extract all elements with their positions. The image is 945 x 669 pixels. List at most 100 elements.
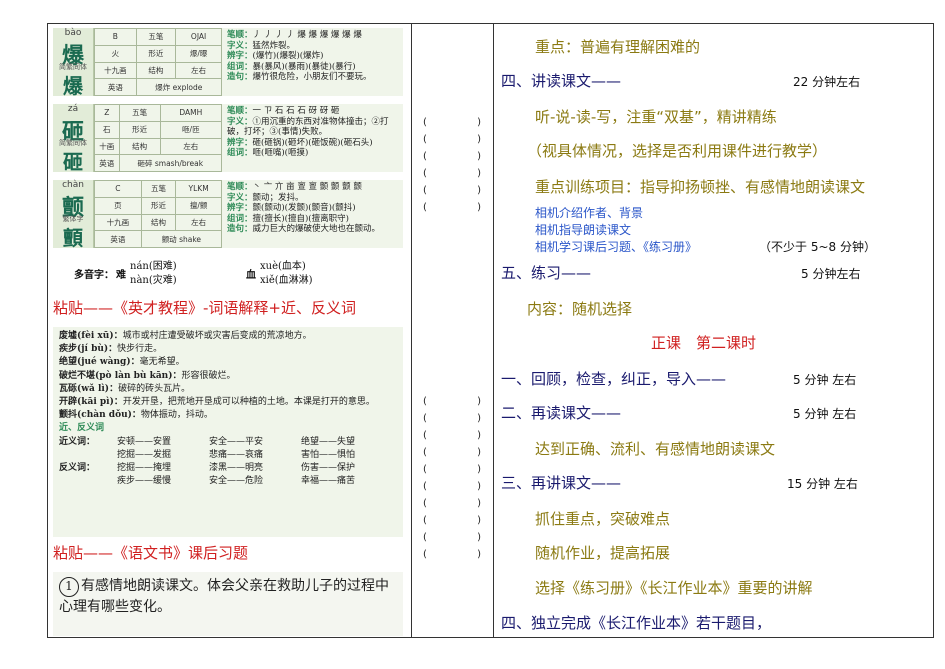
- info-grid: B 五笔 OJAI 火形近 爆/曝 十九画 结构 左右 英语 爆炸 explode: [94, 28, 223, 96]
- grid-cell: 形近: [140, 196, 177, 215]
- char-card-chan: chàn 颤 繁体字 顫 C 五笔 YLKM 页形近 擅/颤 十九画 结构 左右 英语 颤动…: [53, 180, 403, 250]
- note-line: 辨字：砸(砸锅)(砸坏)(砸饭碗)(砸石头): [227, 137, 373, 148]
- time-note: 15 分钟 左右: [787, 477, 858, 491]
- answer-bracket: (): [423, 430, 481, 441]
- paste-instruction: 粘贴——《英才教程》-词语解释+近、反义词: [53, 299, 356, 317]
- plan-subitem: 相机介绍作者、背景: [535, 206, 644, 220]
- grid-cell: 形近: [118, 120, 161, 139]
- plan-line: 随机作业，提高拓展: [535, 544, 671, 562]
- plan-line: 抓住重点，突破难点: [535, 510, 671, 528]
- answer-bracket: (): [423, 498, 481, 509]
- answer-bracket: (): [423, 185, 481, 196]
- time-note: 22 分钟左右: [793, 75, 861, 89]
- plan-line: （视具体情况，选择是否利用课件进行教学）: [527, 142, 828, 160]
- note-line: 笔顺：丶 亠 亣 亩 亶 亶 颤 颤 颤 颤: [227, 182, 362, 192]
- time-note: 5 分钟 左右: [793, 407, 857, 421]
- note-line: 组词：咂(咂嘴)(咂摸): [227, 148, 309, 158]
- plan-line: 内容：随机选择: [527, 300, 633, 318]
- polyphone-label: 多音字：: [74, 270, 114, 281]
- grid-cell: 左右: [175, 61, 222, 80]
- grid-cell: 颤动 shake: [140, 230, 223, 248]
- polyphone-char: 血: [246, 270, 256, 281]
- traditional-character: 砸: [63, 150, 83, 174]
- plan-line: 达到正确、流利、有感情地朗读课文: [535, 440, 776, 458]
- section-heading: 四、独立完成《长江作业本》若干题目，: [501, 614, 772, 632]
- answer-bracket: (): [423, 447, 481, 458]
- column-divider-left: [411, 23, 412, 638]
- section-heading: 一、回顾，检查，纠正，导入——: [501, 370, 727, 388]
- answer-bracket: (): [423, 515, 481, 526]
- answer-bracket: (): [423, 549, 481, 560]
- time-note: （不少于 5~8 分钟）: [759, 240, 876, 254]
- note-line: 字义：①用沉重的东西对准物体撞击；②打破，打坏；③(事情)失败。: [227, 116, 389, 138]
- answer-bracket: (): [423, 464, 481, 475]
- polyphone-reading: nán(困难): [130, 261, 177, 272]
- note-line: 组词：擅(擅长)(擅自)(擅离职守): [227, 213, 349, 224]
- note-line: 字义：猛然炸裂。: [227, 40, 296, 51]
- answer-bracket: (): [423, 134, 481, 145]
- grid-cell: 火: [94, 44, 137, 63]
- note-line: 造句：威力巨大的爆破使大地也在颤动。: [227, 224, 381, 234]
- left-column: bào 爆 简繁同体 爆 B 五笔 OJAI 火形近 爆/曝 十九画 结构 左右 英语 爆炸…: [48, 24, 410, 637]
- char-notes: 笔顺：丶 亠 亣 亩 亶 亶 颤 颤 颤 颤 字义：颤动；发抖。 辨字：颤(颤动…: [227, 182, 403, 235]
- note-line: 笔顺：一 ㄗ 石 石 石 砑 砑 砸: [227, 106, 340, 116]
- grid-cell: C: [94, 180, 142, 198]
- grid-cell: 页: [94, 196, 142, 215]
- char-card-za: zá 砸 简繁同体 砸 Z 五笔 DAMH 石形近 咂/匝 十画 结构 左右 英语 砸碎 s…: [53, 104, 403, 174]
- grid-cell: 五笔: [135, 28, 177, 46]
- polyphone-reading: xuè(血本): [260, 261, 306, 272]
- vocab-block: 废墟(fèi xū)：城市或村庄遭受破坏或灾害后变成的荒凉地方。 疾步(jí b…: [53, 327, 403, 537]
- vocab-item: 瓦砾(wǎ lì)：破碎的砖头瓦片。: [59, 383, 191, 394]
- plan-line: 重点训练项目：指导抑扬顿挫、有感情地朗读课文: [535, 178, 866, 196]
- note-line: 造句：爆竹很危险，小朋友们不要玩。: [227, 72, 372, 82]
- grid-cell: 五笔: [140, 180, 177, 198]
- polyphone-reading: xiě(血淋淋): [260, 275, 313, 286]
- note-line: 字义：颤动；发抖。: [227, 192, 304, 203]
- lesson-title: 正课 第二课时: [651, 334, 757, 352]
- grid-cell: B: [94, 28, 137, 46]
- answer-column: () () () () () () () () () () () () () (…: [413, 24, 491, 637]
- section-heading: 四、讲读课文——: [501, 72, 622, 90]
- char-card-head: chàn 颤 繁体字 顫: [53, 180, 94, 250]
- grid-cell: 爆/曝: [175, 44, 222, 63]
- grid-cell: Z: [94, 104, 120, 122]
- grid-cell: 擅/颤: [175, 196, 222, 215]
- grid-cell: 五笔: [118, 104, 161, 122]
- grid-cell: 爆炸 explode: [135, 78, 223, 96]
- time-note: 5 分钟 左右: [793, 373, 857, 387]
- note-line: 辨字：颤(颤动)(发颤)(颤音)(颤抖): [227, 203, 356, 213]
- grid-cell: 英语: [94, 154, 120, 172]
- grid-cell: 英语: [94, 230, 142, 248]
- vocab-item: 颤抖(chàn dǒu)：物体振动，抖动。: [59, 410, 213, 421]
- info-grid: C 五笔 YLKM 页形近 擅/颤 十九画 结构 左右 英语 颤动 shake: [94, 180, 223, 248]
- pinyin: chàn: [62, 180, 84, 190]
- grid-cell: 石: [94, 120, 120, 139]
- char-card-head: bào 爆 简繁同体 爆: [53, 28, 94, 98]
- grid-cell: 十画: [94, 137, 120, 156]
- grid-cell: 十九画: [94, 213, 142, 232]
- vocab-section-title: 近、反义词: [59, 423, 105, 434]
- char-card-head: zá 砸 简繁同体 砸: [53, 104, 94, 174]
- section-heading: 三、再讲课文——: [501, 474, 622, 492]
- traditional-character: 顫: [63, 226, 83, 250]
- grid-cell: YLKM: [175, 180, 222, 198]
- polyphone-reading: nàn(灾难): [130, 275, 177, 286]
- exercise-text: 有感情地朗读课文。体会父亲在救助儿子的过程中心理有哪些变化。: [59, 578, 389, 615]
- answer-bracket: (): [423, 202, 481, 213]
- answer-bracket: (): [423, 396, 481, 407]
- note-line: 组词：暴(暴风)(暴雨)(暴徒)(暴行): [227, 61, 356, 72]
- answer-bracket: (): [423, 481, 481, 492]
- exercise-number: 1: [59, 577, 79, 597]
- pinyin: bào: [64, 28, 82, 38]
- column-divider-right: [493, 23, 494, 638]
- lesson-plan-column: 重点：普遍有理解困难的 四、讲读课文—— 22 分钟左右 听-说-读-写，注重“…: [495, 24, 933, 637]
- grid-cell: 结构: [118, 137, 161, 156]
- polyphone-char: 难: [116, 270, 126, 281]
- traditional-character: 爆: [63, 74, 83, 98]
- answer-bracket: (): [423, 151, 481, 162]
- note-line: 笔顺：丿 丿 丿 丿 爆 爆 爆 爆 爆 爆: [227, 30, 362, 40]
- grid-cell: 咂/匝: [159, 120, 223, 139]
- vocab-item: 开辟(kāi pì)：开发开垦，把荒地开垦成可以种植的土地。本课是打开的意思。: [59, 397, 375, 408]
- answer-bracket: (): [423, 532, 481, 543]
- vocab-item: 破烂不堪(pò làn bù kān)：形容很破烂。: [59, 370, 236, 381]
